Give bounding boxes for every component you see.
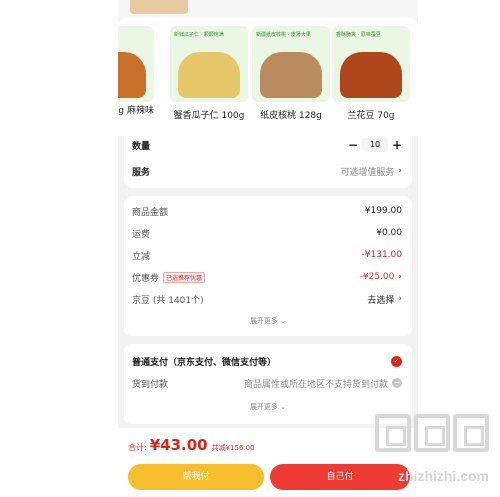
discount-row: 立减 -¥131.00 [132,246,402,264]
goods-amount-label: 商品金额 [132,207,169,218]
chevron-right-icon: › [398,272,402,282]
service-row[interactable]: 服务 可选增值服务 › [132,162,402,180]
product-banner: 香酥脆爽 · 原味蚕豆 [336,32,381,38]
help-pay-button[interactable]: 帮我付 [128,464,264,490]
product-list: 100g 麻辣味新鲜瓜子仁 · 颗颗饱满蟹香瓜子仁 100g新疆纸皮核桃 · 皮… [118,18,418,136]
product-banner: 新鲜瓜子仁 · 颗颗饱满 [174,32,224,38]
quantity-plus-button[interactable]: + [392,138,402,152]
watermark-url: zhizhizhi.com [398,468,489,484]
expand-more-summary[interactable]: 展开更多 ⌄ [124,316,412,326]
product-label: 100g 麻辣味 [118,106,154,116]
payment-normal-row[interactable]: 普通支付（京东支付、微信支付等） ✓ [132,352,402,370]
payment-cod-row: 货到付款 商品属性或所在地区不支持货到付款 − [132,374,402,392]
product-label: 蟹香瓜子仁 100g [173,111,245,121]
payment-normal-label: 普通支付（京东支付、微信支付等） [132,357,277,368]
jingdou-row[interactable]: 京豆 (共 1401个) 去选择 › [132,290,402,308]
goods-amount-value: ¥199.00 [364,206,402,216]
coupon-row[interactable]: 优惠券 已选推荐优惠 -¥25.00 › [132,268,402,286]
total-label: 合计: [128,443,147,452]
coupon-tag: 已选推荐优惠 [163,271,206,283]
product-photo [178,52,240,98]
shipping-row: 运费 ¥0.00 [132,224,402,242]
expand-more-label: 展开更多 [249,403,278,411]
watermark-logo-icon [375,414,489,452]
product-photo [118,52,146,98]
product-image: 香酥脆爽 · 原味蚕豆 [332,26,410,102]
total-price: 合计: ¥43.00 共减¥156.00 [128,436,255,454]
product-card[interactable]: 新疆纸皮核桃 · 皮薄大果纸皮核桃 128g [252,26,330,121]
payment-cod-note: 商品属性或所在地区不支持货到付款 [243,379,388,390]
product-image: 新疆纸皮核桃 · 皮薄大果 [252,26,330,102]
product-card[interactable]: 香酥脆爽 · 原味蚕豆兰花豆 70g [332,26,410,121]
quantity-value[interactable]: 10 [362,138,388,152]
product-photo [260,52,322,98]
quantity-row: 数量 − 10 + [132,136,402,154]
discount-label: 立减 [132,251,151,262]
shipping-label: 运费 [132,229,151,240]
watermark: zhizhizhi.com [345,410,495,492]
product-thumbnail [130,0,188,14]
quantity-minus-button[interactable]: − [348,138,358,152]
jingdou-label: 京豆 (共 1401个) [132,295,204,306]
coupon-value: -¥25.00 [359,272,395,282]
chevron-right-icon: › [398,166,402,176]
product-banner: 新疆纸皮核桃 · 皮薄大果 [256,32,311,38]
chevron-down-icon: ⌄ [280,403,287,411]
goods-amount-row: 商品金额 ¥199.00 [132,202,402,220]
quantity-label: 数量 [132,141,151,152]
price-summary: 商品金额 ¥199.00 运费 ¥0.00 立减 -¥131.00 优惠券 已选… [124,196,412,336]
shipping-value: ¥0.00 [376,228,402,238]
product-image [118,26,154,102]
total-amount: ¥43.00 [149,436,208,454]
product-card[interactable]: 100g 麻辣味 [118,26,154,117]
discount-value: -¥131.00 [361,250,402,260]
product-label: 纸皮核桃 128g [260,111,322,121]
jingdou-select[interactable]: 去选择 [367,293,394,306]
product-image: 新鲜瓜子仁 · 颗颗饱满 [170,26,248,102]
order-options: 数量 − 10 + 服务 可选增值服务 › [124,130,412,188]
chevron-right-icon: › [398,294,402,304]
product-card[interactable]: 新鲜瓜子仁 · 颗颗饱满蟹香瓜子仁 100g [170,26,248,121]
check-circle-icon[interactable]: ✓ [391,355,402,367]
service-value: 可选增值服务 [340,167,395,178]
total-saved: 共减¥156.00 [211,444,255,452]
expand-more-label: 展开更多 [249,317,278,325]
payment-cod-label: 货到付款 [132,379,169,390]
chevron-down-icon: ⌄ [280,317,287,325]
top-strip [118,0,418,18]
coupon-label: 优惠券 [132,273,160,284]
product-photo [340,52,402,98]
product-cards: 100g 麻辣味新鲜瓜子仁 · 颗颗饱满蟹香瓜子仁 100g新疆纸皮核桃 · 皮… [118,26,418,132]
minus-circle-icon: − [392,378,402,388]
service-label: 服务 [132,167,151,178]
product-label: 兰花豆 70g [347,111,395,121]
quantity-stepper[interactable]: − 10 + [348,138,402,152]
